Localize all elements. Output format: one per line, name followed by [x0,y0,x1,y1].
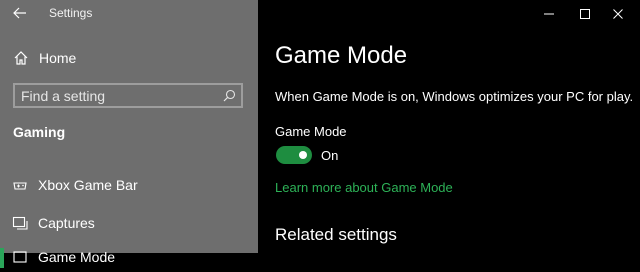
toggle-label: Game Mode [275,124,347,139]
sidebar-item-label: Captures [38,215,95,231]
main-panel: Game Mode When Game Mode is on, Windows … [258,0,640,253]
page-description: When Game Mode is on, Windows optimizes … [275,89,634,104]
home-label: Home [39,50,77,66]
home-icon [13,50,29,71]
sidebar-item-xbox-game-bar[interactable]: Xbox Game Bar [0,170,258,200]
sidebar: Settings Home Gaming Xbox Game Bar [0,0,258,268]
sidebar-item-label: Xbox Game Bar [38,177,138,193]
sidebar-item-label: Game Mode [38,249,116,265]
close-icon [613,9,623,19]
minimize-icon [544,13,554,15]
gamebar-icon [12,177,28,198]
close-button[interactable] [596,0,640,28]
app-title: Settings [49,6,93,20]
toggle-knob [299,151,307,159]
back-arrow-icon [13,7,26,19]
game-mode-toggle[interactable] [276,146,312,164]
sidebar-item-captures[interactable]: Captures [0,208,258,238]
search-box[interactable] [13,83,243,108]
captures-icon [12,215,28,236]
learn-more-link[interactable]: Learn more about Game Mode [275,180,453,195]
page-title: Game Mode [275,42,408,69]
section-heading: Gaming [13,124,66,140]
back-button[interactable] [8,2,32,24]
related-settings-heading: Related settings [275,225,397,244]
toggle-state-text: On [321,148,339,163]
search-icon[interactable] [221,88,237,109]
gamemode-icon [12,249,28,270]
sidebar-item-home[interactable]: Home [0,44,258,72]
sidebar-item-game-mode[interactable]: Game Mode [0,242,258,272]
search-input[interactable] [21,87,211,104]
maximize-icon [580,9,590,19]
selected-indicator [0,248,4,268]
